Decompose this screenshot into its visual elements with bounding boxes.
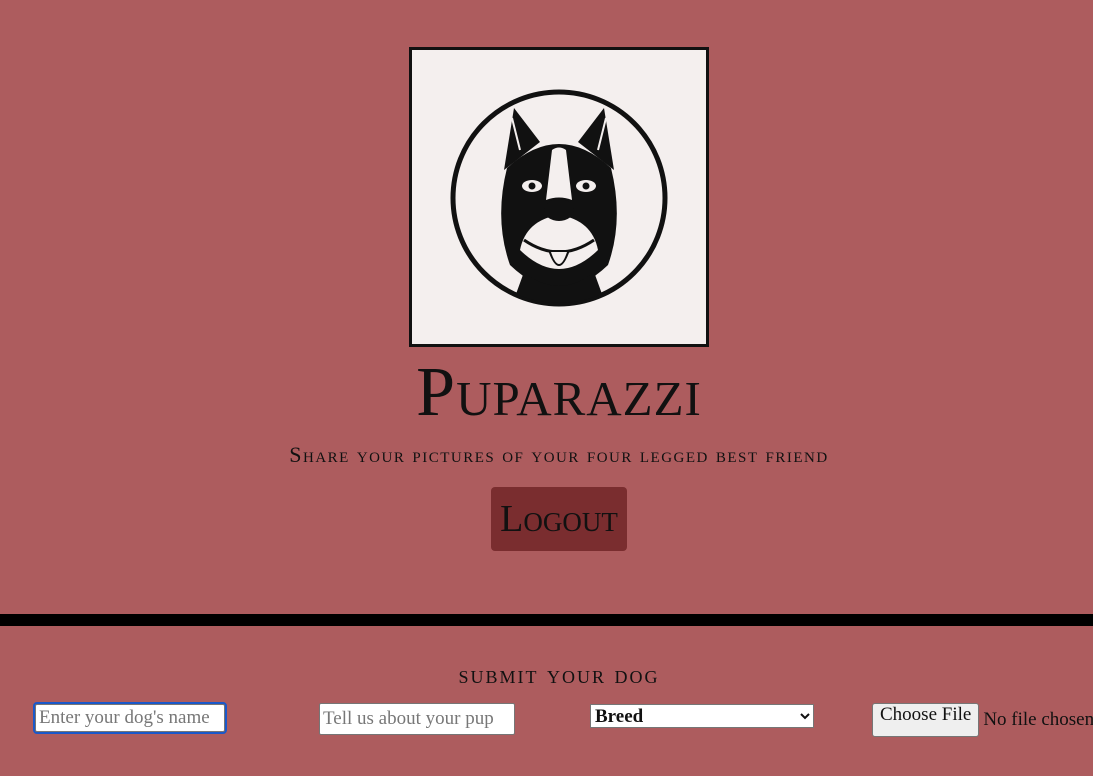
choose-file-button[interactable]: Choose File bbox=[872, 703, 980, 737]
tagline: Share your pictures of your four legged … bbox=[289, 442, 829, 467]
breed-select[interactable]: Breed bbox=[590, 704, 814, 728]
logout-button[interactable]: Logout bbox=[491, 487, 627, 551]
file-status: No file chosen bbox=[983, 709, 1093, 730]
file-upload[interactable]: Choose File No file chosen bbox=[872, 703, 1093, 737]
logo bbox=[409, 47, 709, 347]
dog-name-input[interactable] bbox=[33, 702, 227, 734]
dog-face-icon bbox=[450, 89, 668, 307]
submit-heading: submit your dog bbox=[458, 660, 660, 689]
section-divider bbox=[0, 614, 1093, 626]
page-title: Puparazzi bbox=[416, 354, 702, 431]
about-pup-input[interactable] bbox=[319, 703, 515, 735]
